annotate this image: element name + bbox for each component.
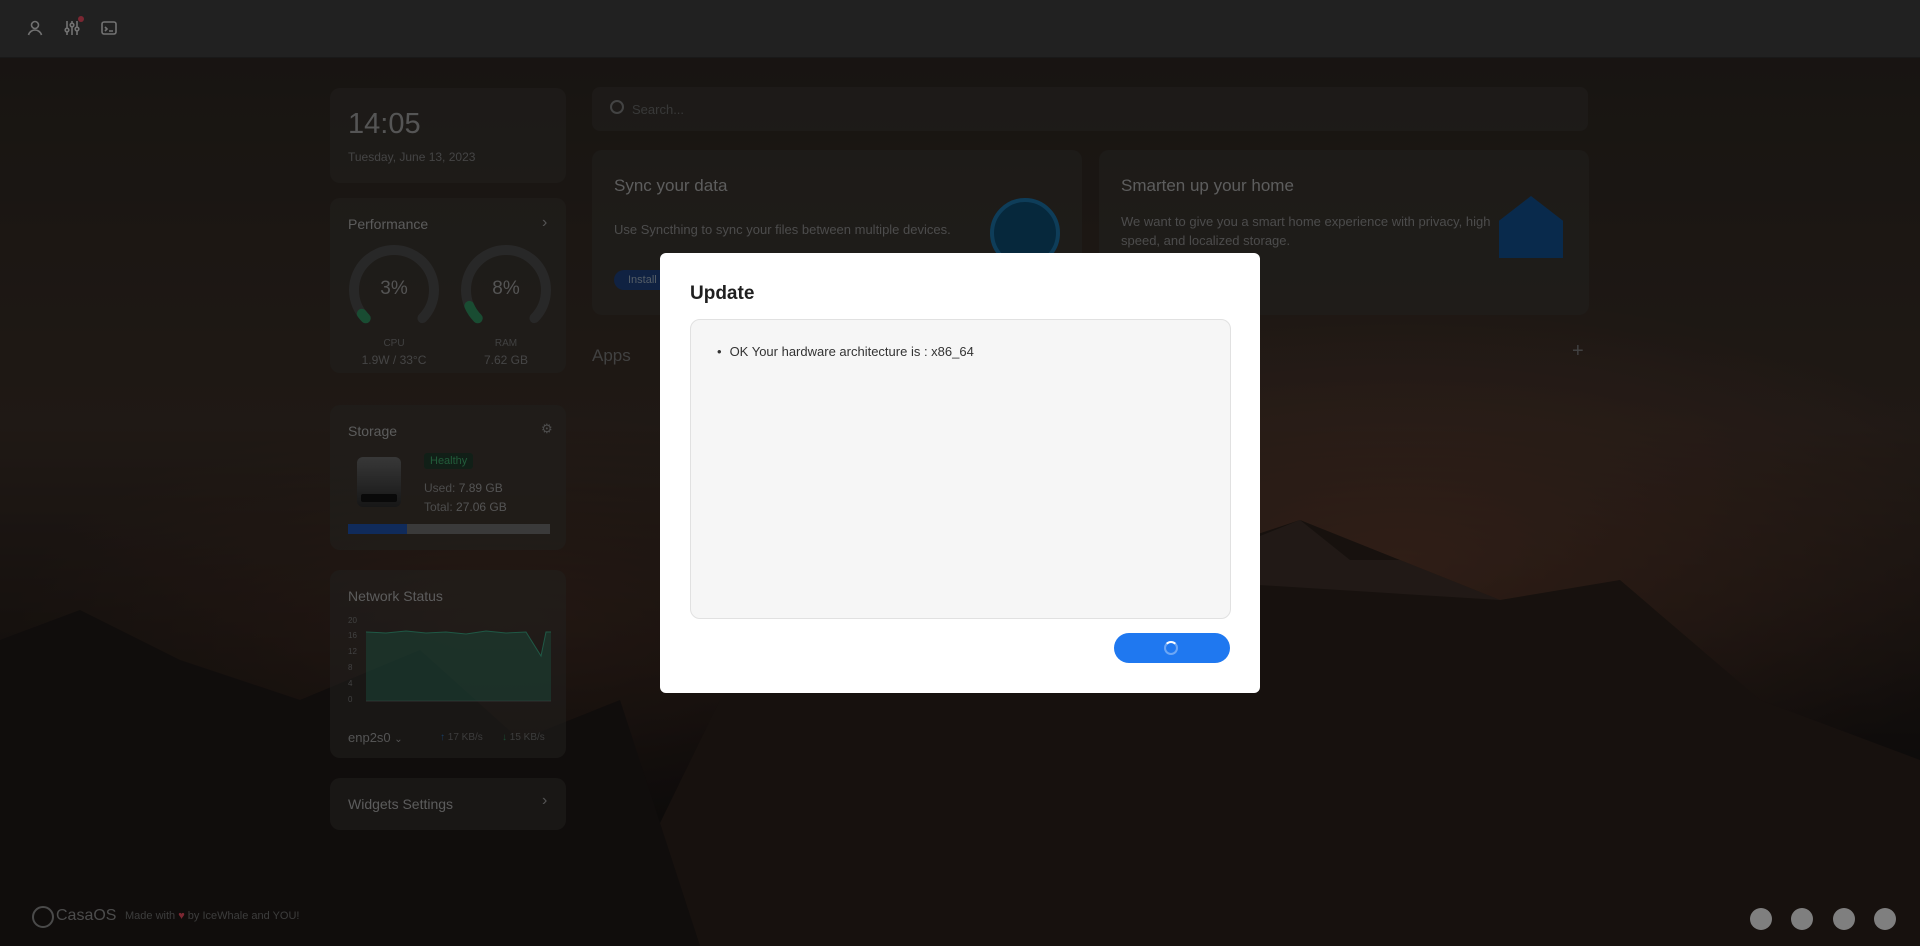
dialog-title: Update	[690, 283, 755, 304]
update-dialog: Update OK Your hardware architecture is …	[660, 253, 1260, 693]
update-progress-button[interactable]	[1114, 633, 1230, 663]
update-log[interactable]: OK Your hardware architecture is : x86_6…	[690, 319, 1231, 619]
loading-spinner-icon	[1164, 641, 1178, 655]
log-line: OK Your hardware architecture is : x86_6…	[717, 344, 974, 359]
